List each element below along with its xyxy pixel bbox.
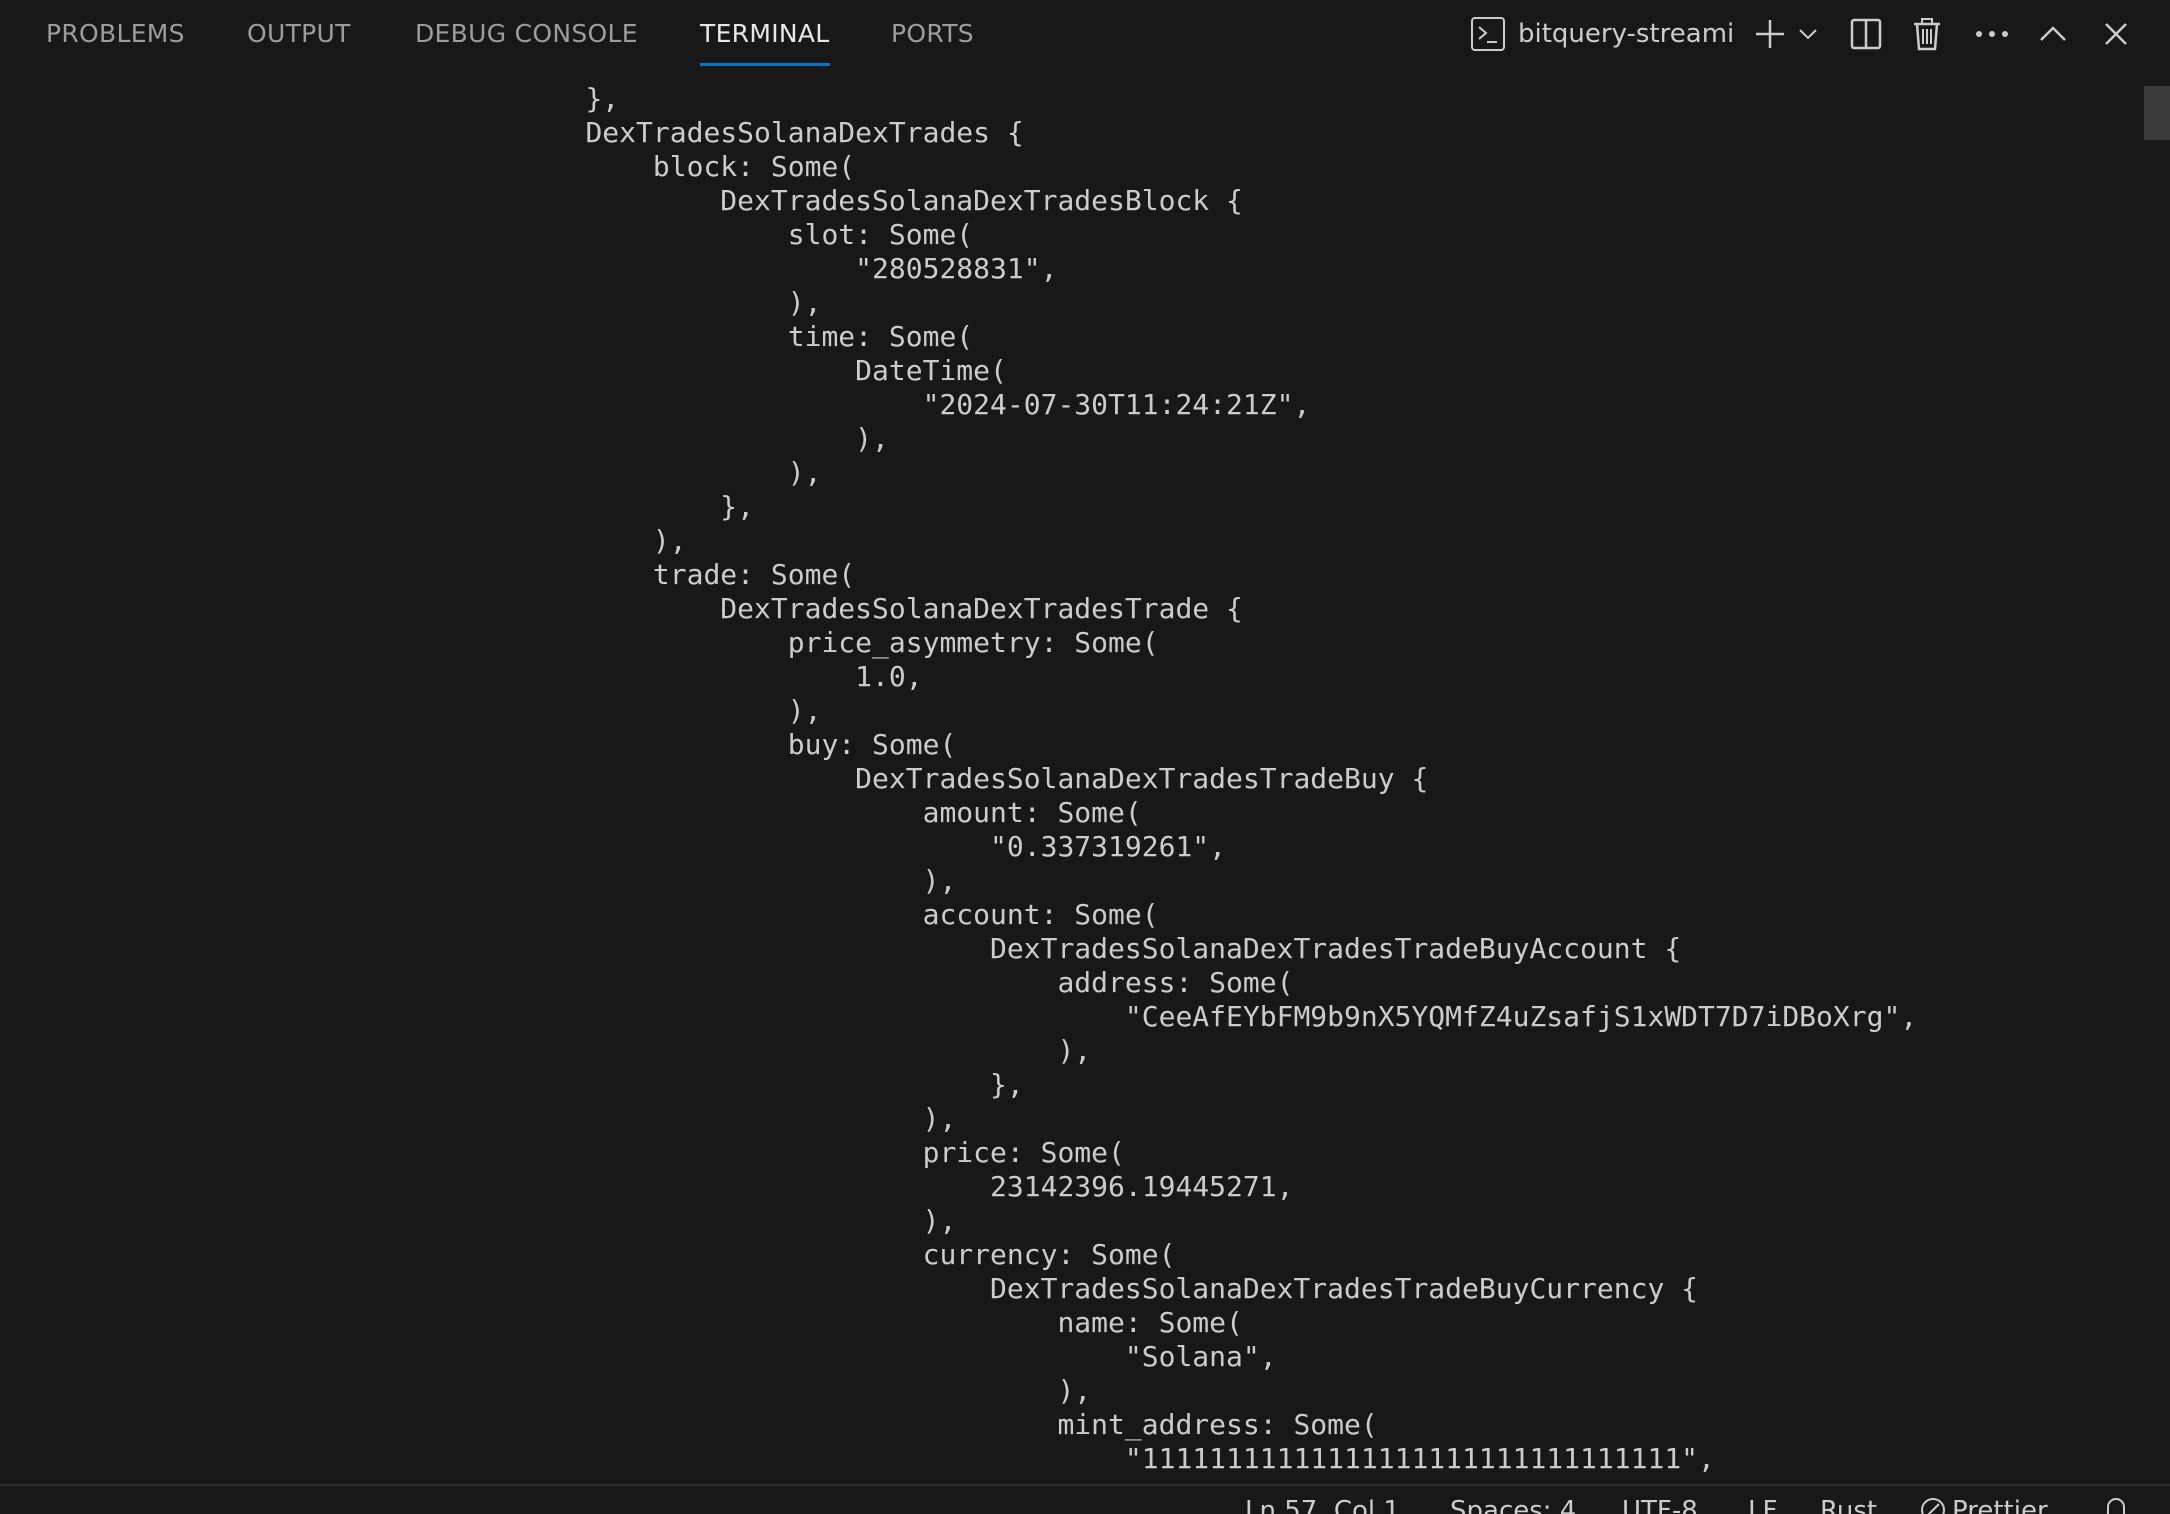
plus-icon[interactable] xyxy=(1752,10,1788,58)
tab-ports[interactable]: PORTS xyxy=(891,0,974,68)
terminal-line: DateTime( xyxy=(46,354,1007,387)
terminal-line: "CeeAfEYbFM9b9nX5YQMfZ4uZsafjS1xWDT7D7iD… xyxy=(46,1000,1918,1033)
terminal-line: ), xyxy=(46,1102,957,1135)
terminal-line: DexTradesSolanaDexTradesBlock { xyxy=(46,184,1243,217)
terminal-output[interactable]: }, DexTradesSolanaDexTrades { block: Som… xyxy=(0,82,2140,1484)
terminal-line: DexTradesSolanaDexTradesTradeBuyCurrency… xyxy=(46,1272,1699,1305)
close-icon[interactable] xyxy=(2100,10,2132,58)
terminal-line: block: Some( xyxy=(46,150,856,183)
terminal-line: account: Some( xyxy=(46,898,1159,931)
terminal-line: "11111111111111111111111111111111", xyxy=(46,1442,1715,1475)
tab-problems[interactable]: PROBLEMS xyxy=(46,0,185,68)
terminal-line: ), xyxy=(46,524,687,557)
tab-output[interactable]: OUTPUT xyxy=(247,0,351,68)
terminal-line: trade: Some( xyxy=(46,558,856,591)
active-tab-indicator xyxy=(700,63,830,66)
terminal-line: price_asymmetry: Some( xyxy=(46,626,1159,659)
terminal-line: slot: Some( xyxy=(46,218,974,251)
terminal-scrollbar[interactable] xyxy=(2144,82,2170,1484)
indentation[interactable]: Spaces: 4 xyxy=(1450,1496,1576,1514)
chevron-down-icon[interactable] xyxy=(1796,10,1820,58)
terminal-panel: PROBLEMS OUTPUT DEBUG CONSOLE TERMINAL P… xyxy=(0,0,2170,1514)
tab-debug-console[interactable]: DEBUG CONSOLE xyxy=(415,0,638,68)
formatter-status[interactable]: Prettier xyxy=(1920,1496,2048,1514)
terminal-line: name: Some( xyxy=(46,1306,1243,1339)
split-editor-icon[interactable] xyxy=(1848,10,1884,58)
terminal-line: ), xyxy=(46,694,822,727)
formatter-label: Prettier xyxy=(1952,1496,2048,1514)
terminal-line: buy: Some( xyxy=(46,728,957,761)
terminal-line: amount: Some( xyxy=(46,796,1142,829)
terminal-line: DexTradesSolanaDexTradesTradeBuyAccount … xyxy=(46,932,1682,965)
prettier-check-icon xyxy=(1921,1498,1945,1514)
terminal-line: ), xyxy=(46,1034,1092,1067)
terminal-line: ), xyxy=(46,286,822,319)
terminal-line: 1.0, xyxy=(46,660,923,693)
scrollbar-thumb[interactable] xyxy=(2144,86,2170,140)
trash-icon[interactable] xyxy=(1910,10,1944,58)
panel-tab-bar: PROBLEMS OUTPUT DEBUG CONSOLE TERMINAL P… xyxy=(0,0,2170,68)
tab-terminal-label: TERMINAL xyxy=(700,19,830,48)
chevron-up-icon[interactable] xyxy=(2036,10,2070,58)
terminal-line: 23142396.19445271, xyxy=(46,1170,1294,1203)
terminal-line: ), xyxy=(46,1204,957,1237)
terminal-line: ), xyxy=(46,456,822,489)
language-mode[interactable]: Rust xyxy=(1820,1496,1877,1514)
terminal-line: time: Some( xyxy=(46,320,974,353)
terminal-line: "0.337319261", xyxy=(46,830,1227,863)
terminal-icon[interactable] xyxy=(1468,10,1508,58)
tab-terminal[interactable]: TERMINAL xyxy=(700,0,830,68)
terminal-line: }, xyxy=(46,82,620,115)
terminal-line: DexTradesSolanaDexTrades { xyxy=(46,116,1024,149)
terminal-line: }, xyxy=(46,1068,1024,1101)
status-bar: Ln 57, Col 1 Spaces: 4 UTF-8 LF Rust Pre… xyxy=(0,1484,2170,1514)
terminal-line: "2024-07-30T11:24:21Z", xyxy=(46,388,1311,421)
bell-icon[interactable] xyxy=(2104,1496,2128,1514)
ellipsis-icon[interactable] xyxy=(1972,10,2012,58)
terminal-line: "Solana", xyxy=(46,1340,1277,1373)
cursor-position[interactable]: Ln 57, Col 1 xyxy=(1245,1496,1400,1514)
terminal-line: "280528831", xyxy=(46,252,1058,285)
encoding[interactable]: UTF-8 xyxy=(1622,1496,1698,1514)
terminal-line: ), xyxy=(46,422,889,455)
terminal-line: address: Some( xyxy=(46,966,1294,999)
terminal-line: }, xyxy=(46,490,755,523)
terminal-line: mint_address: Some( xyxy=(46,1408,1378,1441)
terminal-line: ), xyxy=(46,864,957,897)
end-of-line[interactable]: LF xyxy=(1748,1496,1777,1514)
terminal-line: ), xyxy=(46,1374,1092,1407)
terminal-line: price: Some( xyxy=(46,1136,1125,1169)
terminal-instance-name[interactable]: bitquery-streami xyxy=(1518,0,1734,68)
terminal-line: currency: Some( xyxy=(46,1238,1176,1271)
terminal-line: DexTradesSolanaDexTradesTradeBuy { xyxy=(46,762,1429,795)
terminal-line: DexTradesSolanaDexTradesTrade { xyxy=(46,592,1243,625)
